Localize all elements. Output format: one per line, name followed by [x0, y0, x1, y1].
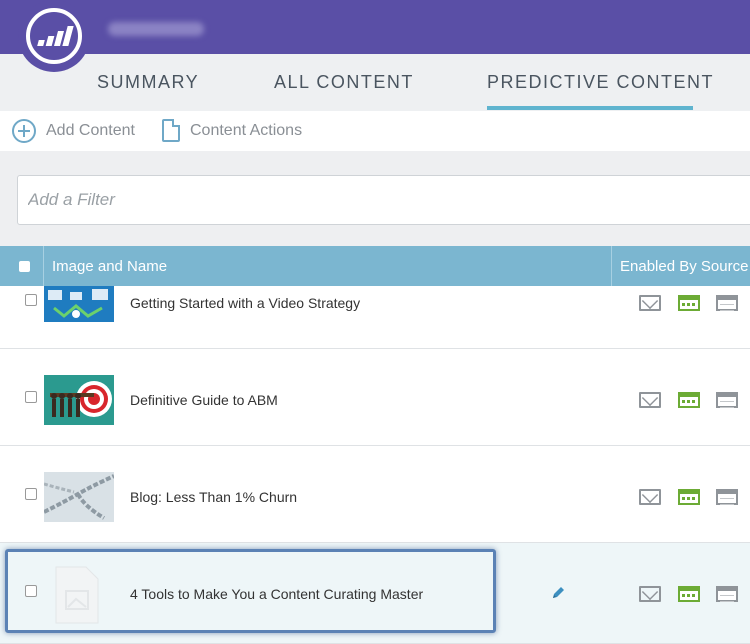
edit-pencil-icon[interactable]	[551, 586, 565, 600]
table-header: Image and Name Enabled By Source	[0, 246, 750, 286]
column-header-enabled-by-source[interactable]: Enabled By Source	[620, 258, 748, 275]
content-page-icon[interactable]	[716, 392, 738, 408]
tab-predictive-content[interactable]: PREDICTIVE CONTENT	[487, 72, 714, 93]
tab-bar: SUMMARY ALL CONTENT PREDICTIVE CONTENT	[0, 54, 750, 111]
add-circle-icon	[12, 119, 36, 143]
select-all-checkbox[interactable]	[19, 261, 30, 272]
video-strategy-thumbnail	[44, 286, 114, 322]
placeholder-image-icon	[55, 566, 99, 624]
row-checkbox[interactable]	[25, 488, 37, 500]
add-content-label: Add Content	[46, 122, 135, 139]
table-row[interactable]: Getting Started with a Video Strategy	[0, 286, 750, 349]
churn-blog-thumbnail	[44, 472, 114, 522]
table-row[interactable]: Definitive Guide to ABM	[0, 349, 750, 446]
content-name[interactable]: 4 Tools to Make You a Content Curating M…	[130, 586, 423, 602]
filter-area	[0, 151, 750, 246]
email-icon[interactable]	[639, 489, 661, 505]
column-header-image-and-name[interactable]: Image and Name	[52, 258, 167, 275]
content-actions-label: Content Actions	[190, 121, 303, 139]
content-actions-button[interactable]: Content Actions	[162, 119, 302, 142]
tab-summary[interactable]: SUMMARY	[97, 72, 199, 93]
content-name[interactable]: Blog: Less Than 1% Churn	[130, 489, 297, 505]
add-content-button[interactable]: Add Content	[12, 119, 135, 143]
tab-all-content[interactable]: ALL CONTENT	[274, 72, 414, 93]
table-row[interactable]: 4 Tools to Make You a Content Curating M…	[0, 543, 750, 644]
top-bar	[0, 0, 750, 54]
content-page-icon[interactable]	[716, 295, 738, 311]
document-icon	[162, 119, 180, 142]
email-icon[interactable]	[639, 295, 661, 311]
row-checkbox[interactable]	[25, 294, 37, 306]
content-name[interactable]: Getting Started with a Video Strategy	[130, 295, 360, 311]
table-row[interactable]: Blog: Less Than 1% Churn	[0, 446, 750, 543]
active-tab-indicator	[487, 106, 693, 110]
filter-input[interactable]	[17, 175, 750, 225]
row-checkbox[interactable]	[25, 391, 37, 403]
web-page-icon[interactable]	[678, 489, 700, 505]
marketo-logo-icon[interactable]	[18, 0, 90, 72]
web-page-icon[interactable]	[678, 295, 700, 311]
web-page-icon[interactable]	[678, 392, 700, 408]
email-icon[interactable]	[639, 586, 661, 602]
row-checkbox[interactable]	[25, 585, 37, 597]
content-page-icon[interactable]	[716, 489, 738, 505]
content-page-icon[interactable]	[716, 586, 738, 602]
abm-guide-thumbnail	[44, 375, 114, 425]
content-name[interactable]: Definitive Guide to ABM	[130, 392, 278, 408]
web-page-icon[interactable]	[678, 586, 700, 602]
toolbar: Add Content Content Actions	[0, 111, 750, 151]
blurred-user-name	[108, 22, 204, 36]
email-icon[interactable]	[639, 392, 661, 408]
